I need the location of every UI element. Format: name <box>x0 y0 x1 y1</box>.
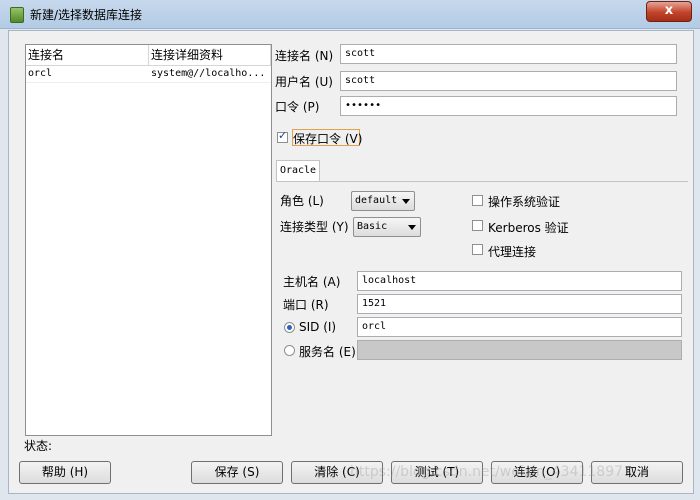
conn-type-label: 连接类型 (Y) <box>280 220 349 234</box>
host-field[interactable]: localhost <box>357 271 682 291</box>
save-password-checkbox[interactable] <box>277 129 288 143</box>
os-auth-checkbox[interactable] <box>472 195 483 206</box>
save-password-label[interactable]: 保存口令 (V) <box>293 130 362 147</box>
role-select[interactable]: default <box>351 191 415 211</box>
username-label: 用户名 (U) <box>275 75 333 89</box>
kerberos-label[interactable]: Kerberos 验证 <box>488 219 569 236</box>
service-name-label[interactable]: 服务名 (E) <box>299 343 356 360</box>
proxy-label[interactable]: 代理连接 <box>488 243 536 260</box>
conn-type-select-value: Basic <box>357 221 388 232</box>
service-name-field <box>357 340 682 360</box>
conn-name-label: 连接名 (N) <box>275 49 334 63</box>
dialog-body: 连接名 连接详细资料 orcl system@//localho... 连接名 … <box>8 30 694 494</box>
username-field[interactable]: scott <box>340 71 677 91</box>
status-label: 状态: <box>24 439 53 453</box>
password-label: 口令 (P) <box>275 100 320 114</box>
os-auth-label[interactable]: 操作系统验证 <box>488 193 560 210</box>
sid-label[interactable]: SID (I) <box>299 320 336 334</box>
conn-type-select[interactable]: Basic <box>353 217 421 237</box>
conn-name-field[interactable]: scott <box>340 44 677 64</box>
save-button[interactable]: 保存 (S) <box>191 461 283 484</box>
role-select-value: default <box>355 195 398 206</box>
connection-list[interactable]: 连接名 连接详细资料 orcl system@//localho... <box>25 44 272 436</box>
password-field[interactable]: •••••• <box>340 96 677 116</box>
role-label: 角色 (L) <box>280 194 324 208</box>
watermark: https://blog.csdn.net/weixin_43411897 <box>350 464 624 480</box>
chevron-down-icon <box>408 225 416 230</box>
kerberos-checkbox[interactable] <box>472 220 483 231</box>
window-title: 新建/选择数据库连接 <box>30 8 143 22</box>
list-item-details: system@//localho... <box>151 68 266 79</box>
list-header: 连接名 连接详细资料 <box>26 45 271 66</box>
close-button[interactable]: x <box>646 1 692 22</box>
chevron-down-icon <box>402 199 410 204</box>
proxy-checkbox[interactable] <box>472 244 483 255</box>
port-label: 端口 (R) <box>283 298 329 312</box>
sid-radio[interactable] <box>284 322 295 333</box>
list-item[interactable]: orcl system@//localho... <box>26 66 271 83</box>
title-bar: 新建/选择数据库连接 x <box>0 0 700 29</box>
help-button[interactable]: 帮助 (H) <box>19 461 111 484</box>
column-header-name[interactable]: 连接名 <box>26 45 149 65</box>
tab-oracle[interactable]: Oracle <box>276 160 320 182</box>
host-label: 主机名 (A) <box>283 275 341 289</box>
port-field[interactable]: 1521 <box>357 294 682 314</box>
tab-divider <box>276 181 688 182</box>
app-icon <box>10 7 24 23</box>
list-item-name: orcl <box>28 68 53 79</box>
sid-field[interactable]: orcl <box>357 317 682 337</box>
service-name-radio[interactable] <box>284 345 295 356</box>
column-header-details[interactable]: 连接详细资料 <box>149 45 271 65</box>
